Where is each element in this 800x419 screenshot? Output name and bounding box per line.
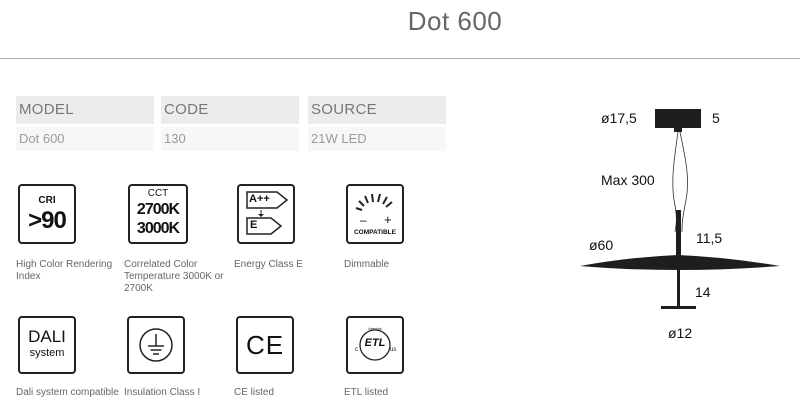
spec-code-value: 130 (161, 127, 299, 151)
cct-value-2: 3000K (136, 220, 180, 237)
dali-caption: Dali system compatible (16, 387, 119, 398)
etl-mark-icon: Intertek ETL c us (346, 316, 404, 374)
dali-system-label: system (29, 347, 65, 359)
cri-caption: High Color Rendering Index (16, 259, 113, 282)
cri-icon: CRI >90 (18, 184, 76, 244)
canopy-diameter-label: ø17,5 (601, 110, 637, 126)
energy-top-label: A++ (249, 193, 270, 205)
shade-diameter-label: ø60 (589, 237, 614, 253)
etl-intertek: Intertek (368, 326, 382, 331)
canopy-height-label: 5 (712, 110, 720, 126)
dim-compatible: COMPATIBLE (353, 229, 396, 236)
spec-code: CODE 130 (161, 96, 299, 151)
cct-icon: CCT 2700K 3000K (128, 184, 188, 244)
cct-label: CCT (147, 188, 169, 199)
spec-source-header: SOURCE (308, 96, 446, 124)
ce-mark-icon: CE (236, 316, 294, 374)
energy-class-icon: A++ E (237, 184, 295, 244)
insulation-caption: Insulation Class I (124, 387, 201, 398)
ce-mark-label: CE (245, 330, 285, 360)
spec-code-header: CODE (161, 96, 299, 124)
spec-source: SOURCE 21W LED (308, 96, 446, 151)
shade-height-label: 11,5 (696, 230, 723, 246)
lamp-dimension-drawing (580, 109, 780, 309)
dimmable-caption: Dimmable (344, 259, 390, 270)
cri-label: CRI (38, 195, 56, 206)
ground-symbol-icon (139, 328, 173, 362)
cable-length-label: Max 300 (601, 172, 655, 188)
spec-model: MODEL Dot 600 (16, 96, 154, 151)
etl-caption: ETL listed (344, 387, 389, 398)
lower-height-label: 14 (695, 284, 711, 300)
cri-value: >90 (28, 207, 67, 234)
spec-model-value: Dot 600 (16, 127, 154, 151)
spec-source-value: 21W LED (308, 127, 446, 151)
dali-icon: DALI system (18, 316, 76, 374)
etl-us: us (390, 347, 397, 353)
dimmer-rays-icon (355, 193, 393, 211)
spec-model-header: MODEL (16, 96, 154, 124)
etl-c: c (355, 347, 358, 353)
dim-plus: + (384, 212, 392, 227)
energy-caption: Energy Class E (234, 259, 303, 270)
dimmable-icon: – + COMPATIBLE (346, 184, 404, 244)
cct-caption: Correlated Color Temperature 3000K or 27… (124, 259, 224, 294)
energy-bottom-label: E (250, 219, 258, 231)
cct-value-1: 2700K (136, 201, 180, 218)
dali-label: DALI (28, 327, 66, 346)
insulation-class-icon (127, 316, 185, 374)
base-diameter-label: ø12 (668, 325, 693, 341)
dim-minus: – (360, 213, 367, 227)
title-divider (0, 58, 800, 59)
ce-caption: CE listed (234, 387, 275, 398)
page-title: Dot 600 (407, 6, 503, 36)
